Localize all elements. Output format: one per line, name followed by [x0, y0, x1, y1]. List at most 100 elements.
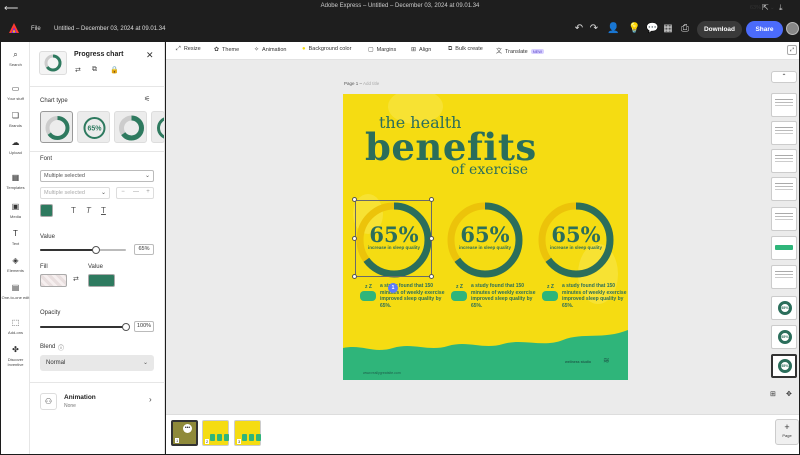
chart-type-option[interactable]: 65% [77, 111, 110, 143]
text-italic-icon[interactable]: T [86, 206, 91, 215]
move-icon[interactable]: ✥ [786, 390, 792, 398]
opacity-slider-thumb[interactable] [122, 323, 130, 331]
value-input[interactable]: 65% [134, 244, 154, 255]
adobe-express-logo-icon[interactable] [9, 23, 19, 33]
resize-handle[interactable] [352, 236, 357, 241]
heading-sub[interactable]: of exercise [451, 162, 528, 178]
redo-icon[interactable]: ↷ [588, 23, 600, 35]
opacity-slider[interactable] [40, 323, 130, 331]
download-button[interactable]: Download [697, 21, 742, 38]
stat-description[interactable]: a study found that 150 minutes of weekly… [562, 283, 628, 309]
grid-icon[interactable]: ▦ [662, 23, 674, 35]
filmstrip-page-3[interactable]: 3 [234, 420, 261, 446]
rail-item-your-stuff[interactable]: ▭ Your stuff [1, 84, 30, 101]
blend-mode-select[interactable]: Normal ⌄ [40, 355, 154, 371]
text-style-icon[interactable]: T [71, 206, 76, 215]
rail-item-brands[interactable]: ❏ Brands [1, 111, 30, 128]
avatar[interactable] [786, 22, 799, 35]
stat-description[interactable]: a study found that 150 minutes of weekly… [471, 283, 543, 309]
background-color-button[interactable]: ● Background color [302, 46, 351, 52]
add-page-button[interactable]: + Page [775, 419, 799, 445]
page-thumbnail[interactable] [771, 149, 797, 173]
animation-title[interactable]: Animation [64, 394, 96, 401]
bulb-icon[interactable]: 💡 [628, 23, 640, 35]
page-thumbnail[interactable] [771, 121, 797, 145]
resize-handle[interactable] [352, 274, 357, 279]
resize-handle[interactable] [429, 197, 434, 202]
fill-color-swatch[interactable] [40, 274, 67, 287]
page-thumbnail[interactable] [771, 236, 797, 260]
replace-icon[interactable]: ⇄ [75, 66, 81, 74]
resize-handle[interactable] [429, 236, 434, 241]
chevron-right-icon[interactable]: › [149, 395, 152, 404]
minimize-icon[interactable]: ⤓ [779, 3, 783, 13]
comment-icon[interactable]: 💬 [646, 23, 658, 35]
chart-type-option[interactable] [40, 111, 73, 143]
font-family-select[interactable]: Multiple selected ⌄ [40, 170, 154, 182]
add-title-link[interactable]: Add title [363, 81, 379, 86]
rail-item-discover[interactable]: ✤ Discover Inventive [1, 345, 30, 367]
rail-item-upload[interactable]: ☁ Upload [1, 138, 30, 155]
footer-brand[interactable]: wellness studio [565, 360, 591, 364]
progress-chart[interactable]: 65% increase in sleep quality [445, 200, 525, 280]
chart-type-option[interactable] [114, 111, 147, 143]
page-thumbnail[interactable]: 65% [771, 325, 797, 349]
rail-item-search[interactable]: ⌕ Search [1, 50, 30, 67]
align-button[interactable]: ⊞ Align [411, 46, 431, 53]
document-title[interactable]: Untitled – December 03, 2024 at 09.01.34 [54, 26, 165, 32]
chart-type-option[interactable] [151, 111, 165, 143]
file-menu[interactable]: File [31, 26, 41, 32]
rail-item-templates[interactable]: ▦ Templates [1, 173, 30, 190]
scroll-up-button[interactable]: ⌃ [771, 71, 797, 83]
close-icon[interactable]: ✕ [146, 50, 154, 61]
rail-item-one-to-one-edit[interactable]: ▤ One-to-one edit [1, 283, 30, 300]
grid-view-icon[interactable]: ⊞ [770, 390, 776, 398]
page-thumbnail[interactable] [771, 177, 797, 201]
translate-button[interactable]: 文 Translate NEW [496, 46, 545, 55]
theme-button[interactable]: ✿ Theme [214, 46, 239, 53]
rail-item-add-ons[interactable]: ⬚ Add-ons [1, 318, 30, 335]
info-icon[interactable]: ⓘ [58, 343, 64, 352]
page-thumbnail[interactable] [771, 265, 797, 289]
duplicate-icon[interactable]: ⧉ [92, 66, 97, 74]
filmstrip-page-1[interactable]: ••• 1 [171, 420, 198, 446]
selection-box[interactable] [355, 200, 432, 277]
animation-icon[interactable]: ⚇ [40, 393, 57, 410]
value-slider-thumb[interactable] [91, 246, 100, 254]
page-thumbnail-selected[interactable]: 65% [771, 354, 797, 378]
filter-icon[interactable]: ⚟ [144, 95, 150, 103]
minus-icon[interactable]: − [117, 189, 129, 195]
undo-icon[interactable]: ↶ [573, 23, 585, 35]
font-size-stepper[interactable]: − — + [116, 187, 154, 199]
lock-icon[interactable]: 🔒 [110, 66, 119, 74]
expand-icon[interactable]: ⤢ [787, 45, 797, 55]
font-size-select[interactable]: Multiple selected ⌄ [40, 187, 110, 199]
print-icon[interactable]: ⎙ [679, 23, 691, 35]
plus-icon[interactable]: + [142, 189, 154, 195]
margins-button[interactable]: ▢ Margins [368, 46, 396, 53]
footer-website[interactable]: www.reallygreatsite.com [363, 371, 401, 375]
page-thumbnail[interactable] [771, 207, 797, 231]
progress-chart[interactable]: 65% increase in sleep quality [536, 200, 616, 280]
bulk-create-button[interactable]: ⧉ Bulk create [448, 46, 483, 53]
share-button[interactable]: Share [746, 21, 783, 38]
zoom-select[interactable]: 63% [750, 5, 761, 11]
chevron-down-icon[interactable]: ⌄ [770, 5, 775, 11]
rail-item-elements[interactable]: ◈ Elements [1, 256, 30, 273]
filmstrip-page-2[interactable]: 2 [202, 420, 229, 446]
rail-item-media[interactable]: ▣ Media [1, 202, 30, 219]
resize-handle[interactable] [429, 274, 434, 279]
swap-colors-icon[interactable]: ⇄ [73, 275, 79, 283]
rail-item-text[interactable]: T Text [1, 229, 30, 246]
opacity-input[interactable]: 100% [134, 321, 154, 332]
page-thumbnail[interactable] [771, 93, 797, 117]
page-thumbnail[interactable]: 65% [771, 296, 797, 320]
add-user-icon[interactable]: 👤 [607, 23, 619, 35]
resize-handle[interactable] [352, 197, 357, 202]
popout-icon[interactable]: ⇱ [762, 3, 769, 12]
value-slider[interactable] [40, 246, 126, 254]
more-icon[interactable]: ••• [183, 424, 192, 433]
text-underline-icon[interactable]: T [101, 206, 106, 215]
value-color-swatch[interactable] [88, 274, 115, 287]
font-color-swatch[interactable] [40, 204, 53, 217]
